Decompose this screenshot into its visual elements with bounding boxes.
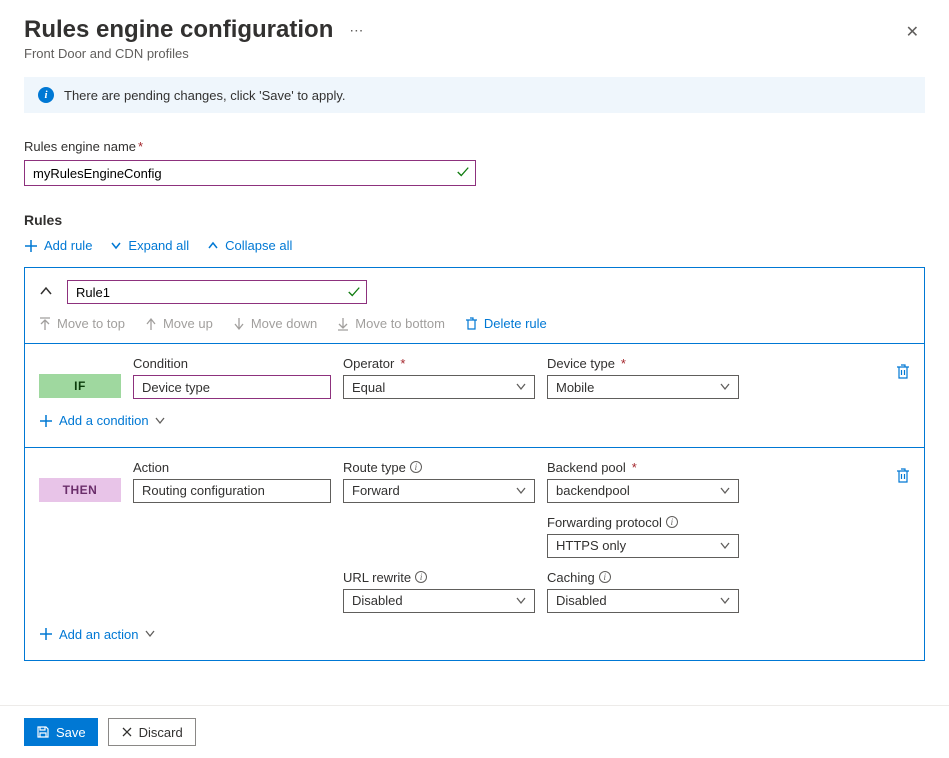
trash-icon [465, 317, 478, 331]
backend-pool-label: Backend pool* [547, 460, 739, 475]
url-rewrite-label: URL rewrite i [343, 570, 535, 585]
expand-all-button[interactable]: Expand all [110, 238, 189, 253]
save-icon [36, 725, 50, 739]
then-block: THEN Action Routing configuration Route … [25, 447, 924, 661]
if-badge: IF [39, 374, 121, 398]
arrow-top-icon [39, 317, 51, 331]
chevron-up-icon [207, 240, 219, 252]
page-subtitle: Front Door and CDN profiles [24, 46, 363, 61]
add-condition-button[interactable]: Add a condition [39, 413, 165, 428]
chevron-down-icon [110, 240, 122, 252]
forwarding-protocol-label: Forwarding protocol i [547, 515, 739, 530]
action-label: Action [133, 460, 331, 475]
route-type-label: Route type i [343, 460, 535, 475]
valid-check-icon [347, 285, 361, 302]
rule-container: Move to top Move up Move down Move to bo… [24, 267, 925, 661]
chevron-down-icon [516, 596, 526, 606]
collapse-rule-toggle[interactable] [39, 284, 53, 301]
discard-icon [121, 726, 133, 738]
chevron-down-icon [145, 629, 155, 639]
rule-name-input[interactable] [67, 280, 367, 304]
chevron-down-icon [516, 382, 526, 392]
delete-rule-button[interactable]: Delete rule [465, 316, 547, 331]
trash-icon [896, 468, 910, 484]
operator-label: Operator* [343, 356, 535, 371]
info-icon: i [38, 87, 54, 103]
delete-condition-button[interactable] [896, 364, 910, 383]
valid-check-icon [456, 165, 470, 182]
rules-engine-name-input[interactable] [24, 160, 476, 186]
plus-icon [24, 239, 38, 253]
plus-icon [39, 627, 53, 641]
save-button[interactable]: Save [24, 718, 98, 746]
arrow-bottom-icon [337, 317, 349, 331]
arrow-down-icon [233, 317, 245, 331]
info-bar: i There are pending changes, click 'Save… [24, 77, 925, 113]
move-to-bottom-button: Move to bottom [337, 316, 445, 331]
info-tooltip-icon[interactable]: i [599, 571, 611, 583]
action-field[interactable]: Routing configuration [133, 479, 331, 503]
chevron-down-icon [720, 486, 730, 496]
add-action-button[interactable]: Add an action [39, 627, 155, 642]
page-title: Rules engine configuration [24, 16, 333, 44]
info-tooltip-icon[interactable]: i [666, 516, 678, 528]
info-tooltip-icon[interactable]: i [415, 571, 427, 583]
close-button[interactable]: ✕ [900, 16, 925, 48]
rules-heading: Rules [24, 212, 925, 228]
more-icon[interactable]: ⋯ [349, 22, 363, 39]
plus-icon [39, 414, 53, 428]
chevron-down-icon [155, 416, 165, 426]
if-block: IF Condition Device type Operator* Equal… [25, 343, 924, 447]
delete-action-button[interactable] [896, 468, 910, 487]
chevron-up-icon [39, 284, 53, 298]
chevron-down-icon [720, 596, 730, 606]
url-rewrite-select[interactable]: Disabled [343, 589, 535, 613]
move-to-top-button: Move to top [39, 316, 125, 331]
discard-button[interactable]: Discard [108, 718, 196, 746]
caching-select[interactable]: Disabled [547, 589, 739, 613]
device-type-label: Device type* [547, 356, 739, 371]
move-up-button: Move up [145, 316, 213, 331]
name-label: Rules engine name* [24, 139, 925, 154]
device-type-select[interactable]: Mobile [547, 375, 739, 399]
chevron-down-icon [720, 541, 730, 551]
chevron-down-icon [720, 382, 730, 392]
move-down-button: Move down [233, 316, 317, 331]
trash-icon [896, 364, 910, 380]
collapse-all-button[interactable]: Collapse all [207, 238, 292, 253]
info-tooltip-icon[interactable]: i [410, 461, 422, 473]
caching-label: Caching i [547, 570, 739, 585]
then-badge: THEN [39, 478, 121, 502]
add-rule-button[interactable]: Add rule [24, 238, 92, 253]
condition-field[interactable]: Device type [133, 375, 331, 399]
chevron-down-icon [516, 486, 526, 496]
arrow-up-icon [145, 317, 157, 331]
operator-select[interactable]: Equal [343, 375, 535, 399]
route-type-select[interactable]: Forward [343, 479, 535, 503]
backend-pool-select[interactable]: backendpool [547, 479, 739, 503]
forwarding-protocol-select[interactable]: HTTPS only [547, 534, 739, 558]
info-text: There are pending changes, click 'Save' … [64, 88, 346, 103]
condition-label: Condition [133, 356, 331, 371]
